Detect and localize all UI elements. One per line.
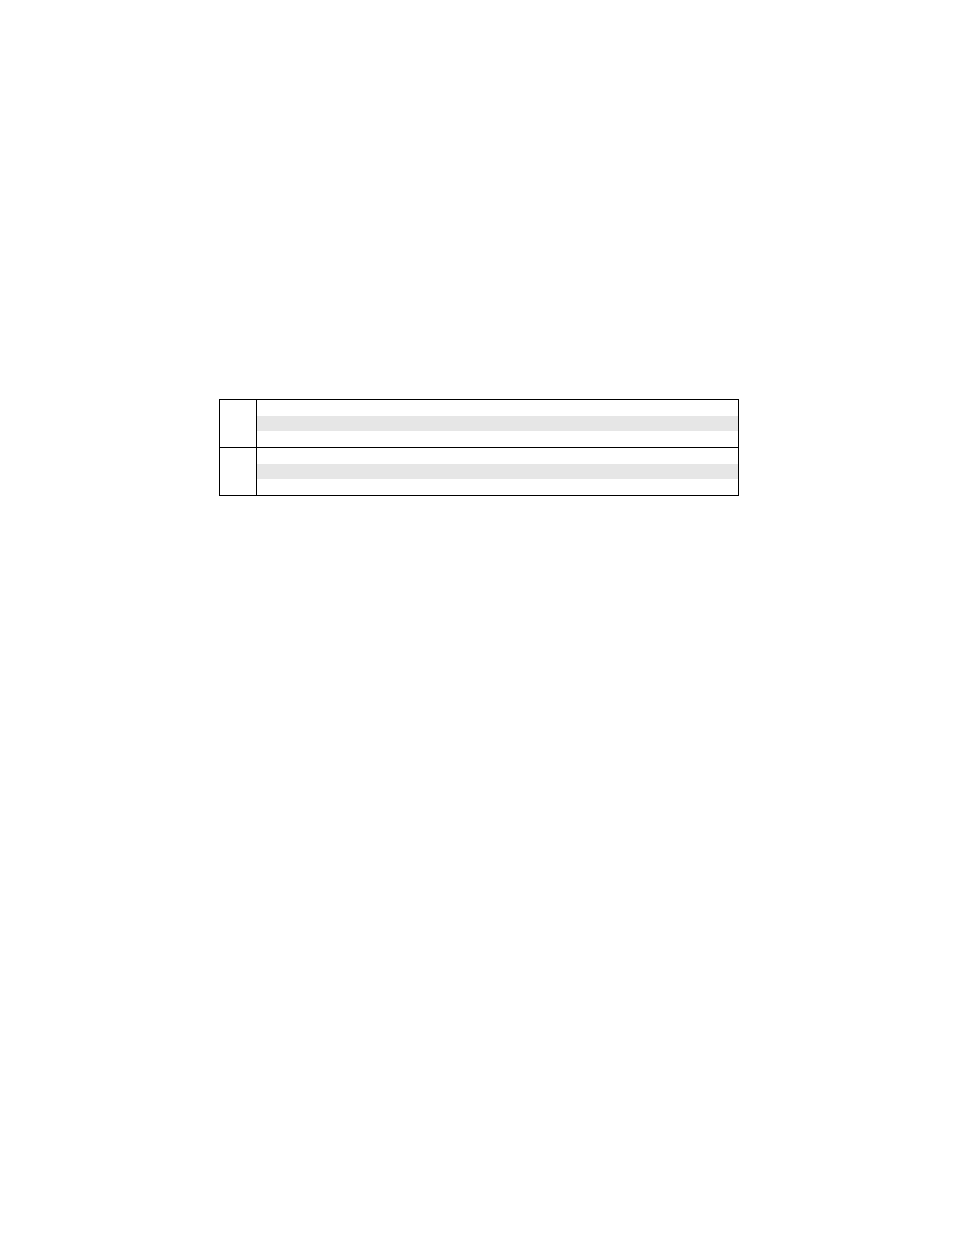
cell-stripe: [257, 401, 738, 416]
cell-stripe: [257, 431, 738, 446]
cell-stripe: [221, 401, 255, 416]
cell-stripe: [257, 479, 738, 494]
cell-stripe: [221, 416, 255, 431]
layout-table: [219, 399, 739, 496]
cell-stripe: [221, 431, 255, 446]
cell-stripe: [257, 464, 738, 479]
table-cell-right: [257, 400, 739, 448]
cell-stripe: [221, 479, 255, 494]
cell-stripe: [257, 416, 738, 431]
table-row: [220, 448, 739, 496]
cell-stripe: [221, 449, 255, 464]
table-cell-left: [220, 448, 257, 496]
table-cell-right: [257, 448, 739, 496]
table-cell-left: [220, 400, 257, 448]
cell-stripe: [221, 464, 255, 479]
page: [0, 0, 954, 1235]
table-row: [220, 400, 739, 448]
cell-stripe: [257, 449, 738, 464]
